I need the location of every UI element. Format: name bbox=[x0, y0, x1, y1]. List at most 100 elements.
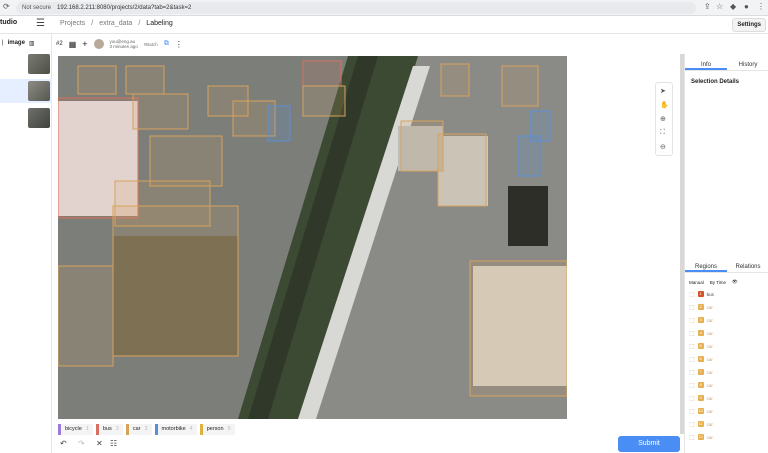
label-name: car bbox=[132, 426, 141, 432]
task-row[interactable] bbox=[0, 52, 52, 76]
region-label: bus bbox=[706, 291, 714, 297]
annotation-toolbar: #2 ▦ + you@eng.au 3 minutes ago #Batch ⧉… bbox=[52, 34, 680, 54]
region-item[interactable]: ⬚ 5 car bbox=[689, 340, 768, 352]
pan-hand-icon[interactable]: ✋ bbox=[660, 101, 669, 109]
breadcrumb-project[interactable]: extra_data bbox=[99, 20, 132, 27]
hamburger-menu-icon[interactable]: ☰ bbox=[36, 18, 45, 29]
label-person[interactable]: person 5 bbox=[199, 424, 235, 435]
share-icon[interactable]: ⇪ bbox=[704, 2, 711, 11]
regions-tabs: Regions Relations bbox=[685, 262, 768, 273]
bbox-icon: ⬚ bbox=[689, 369, 695, 376]
canvas-tools: ➤ ✋ ⊕ ⛶ ⊖ bbox=[655, 82, 673, 156]
reset-icon[interactable]: ✕ bbox=[96, 439, 103, 448]
region-item[interactable]: ⬚ 4 car bbox=[689, 327, 768, 339]
bbox-car bbox=[437, 133, 487, 207]
sort-manual[interactable]: Manual bbox=[689, 280, 704, 285]
label-motorbike[interactable]: motorbike 4 bbox=[154, 424, 197, 435]
region-label: car bbox=[706, 304, 713, 310]
image-canvas[interactable] bbox=[58, 56, 567, 419]
profile-icon[interactable]: ● bbox=[744, 2, 749, 11]
region-item[interactable]: ⬚ 3 car bbox=[689, 314, 768, 326]
region-item[interactable]: ⬚ 9 car bbox=[689, 392, 768, 404]
fit-icon[interactable]: ⛶ bbox=[660, 129, 665, 137]
zoom-out-icon[interactable]: ⊖ bbox=[660, 143, 666, 151]
redo-icon[interactable]: ↷ bbox=[78, 439, 85, 448]
label-bus[interactable]: bus 2 bbox=[95, 424, 123, 435]
sort-by-time[interactable]: By Time bbox=[710, 280, 726, 285]
bookmark-star-icon[interactable]: ☆ bbox=[716, 2, 723, 11]
bbox-car bbox=[112, 205, 239, 357]
settings-sliders-icon[interactable]: ☷ bbox=[110, 439, 117, 448]
bbox-icon: ⬚ bbox=[689, 317, 695, 324]
submit-button[interactable]: Submit bbox=[618, 436, 680, 452]
breadcrumb-projects[interactable]: Projects bbox=[60, 20, 85, 27]
zoom-in-icon[interactable]: ⊕ bbox=[660, 115, 666, 123]
tab-regions[interactable]: Regions bbox=[685, 262, 727, 272]
region-label: car bbox=[706, 369, 713, 375]
annotated-image bbox=[58, 56, 567, 419]
region-item[interactable]: ⬚ 8 car bbox=[689, 379, 768, 391]
batch-badge: #Batch bbox=[143, 41, 158, 47]
label-bicycle[interactable]: bicycle 1 bbox=[58, 424, 93, 435]
rickshaw-shape bbox=[508, 186, 548, 246]
column-toggle-icon[interactable]: | bbox=[2, 40, 4, 46]
bbox-motorbike bbox=[517, 135, 541, 177]
tab-history[interactable]: History bbox=[727, 60, 768, 70]
address-bar[interactable]: Not secure 192.168.2.211:8080/projects/2… bbox=[16, 2, 696, 14]
settings-button[interactable]: Settings bbox=[732, 18, 766, 32]
label-name: motorbike bbox=[161, 426, 186, 432]
bbox-icon: ⬚ bbox=[689, 291, 695, 298]
reload-icon[interactable]: ⟳ bbox=[3, 2, 10, 11]
region-item[interactable]: ⬚ 10 car bbox=[689, 405, 768, 417]
regions-toolbar: Manual By Time 👁 bbox=[689, 278, 768, 286]
app-header: tudio ☰ Projects / extra_data / Labeling… bbox=[0, 16, 768, 34]
region-label: car bbox=[706, 330, 713, 336]
region-label: car bbox=[706, 356, 713, 362]
region-number: 8 bbox=[697, 382, 704, 388]
bbox-icon: ⬚ bbox=[689, 434, 695, 441]
not-secure-label: Not secure bbox=[22, 5, 52, 11]
region-label: car bbox=[706, 408, 713, 414]
task-id: #2 bbox=[56, 41, 63, 47]
grid-icon[interactable]: ▦ bbox=[69, 40, 77, 49]
app-logo[interactable]: tudio bbox=[0, 19, 17, 26]
menu-dots-icon[interactable]: ⋮ bbox=[757, 2, 765, 11]
task-list-toolbar: | image ▥ bbox=[0, 36, 52, 50]
label-hotkey: 5 bbox=[227, 426, 231, 432]
breadcrumb-separator: / bbox=[91, 20, 94, 27]
task-row-active[interactable] bbox=[0, 79, 52, 103]
label-picker: bicycle 1 bus 2 car 3 motorbike 4 person… bbox=[58, 424, 235, 435]
region-item[interactable]: ⬚ 7 car bbox=[689, 366, 768, 378]
region-item[interactable]: ⬚ 12 car bbox=[689, 431, 768, 443]
bbox-car bbox=[469, 260, 567, 397]
breadcrumb: Projects / extra_data / Labeling bbox=[60, 20, 173, 27]
grid-view-icon[interactable]: ▥ bbox=[29, 40, 35, 47]
bbox-car bbox=[125, 65, 165, 95]
label-car[interactable]: car 3 bbox=[125, 424, 152, 435]
tab-relations[interactable]: Relations bbox=[727, 262, 768, 272]
region-label: car bbox=[706, 434, 713, 440]
bottom-bar: ↶ ↷ ✕ ☷ Submit bbox=[52, 436, 680, 453]
more-options-icon[interactable]: ⋮ bbox=[175, 40, 183, 49]
bbox-car bbox=[149, 135, 223, 187]
breadcrumb-labeling: Labeling bbox=[146, 20, 173, 27]
undo-icon[interactable]: ↶ bbox=[60, 439, 67, 448]
copy-icon[interactable]: ⧉ bbox=[164, 40, 169, 48]
visibility-icon[interactable]: 👁 bbox=[732, 279, 738, 285]
region-number: 4 bbox=[697, 330, 704, 336]
label-name: bus bbox=[102, 426, 112, 432]
add-icon[interactable]: + bbox=[82, 39, 87, 49]
region-item[interactable]: ⬚ 2 car bbox=[689, 301, 768, 313]
region-number: 2 bbox=[697, 304, 704, 310]
tab-info[interactable]: Info bbox=[685, 60, 727, 70]
browser-bar: ⟳ Not secure 192.168.2.211:8080/projects… bbox=[0, 0, 768, 16]
label-hotkey: 4 bbox=[189, 426, 193, 432]
region-label: car bbox=[706, 421, 713, 427]
task-row[interactable] bbox=[0, 106, 52, 130]
selection-details-title: Selection Details bbox=[691, 79, 740, 85]
region-item[interactable]: ⬚ 11 car bbox=[689, 418, 768, 430]
pointer-icon[interactable]: ➤ bbox=[660, 87, 666, 95]
extension-icon[interactable]: ◆ bbox=[730, 2, 736, 11]
region-item[interactable]: ⬚ 6 car bbox=[689, 353, 768, 365]
region-item[interactable]: ⬚ 1 bus bbox=[689, 288, 768, 300]
